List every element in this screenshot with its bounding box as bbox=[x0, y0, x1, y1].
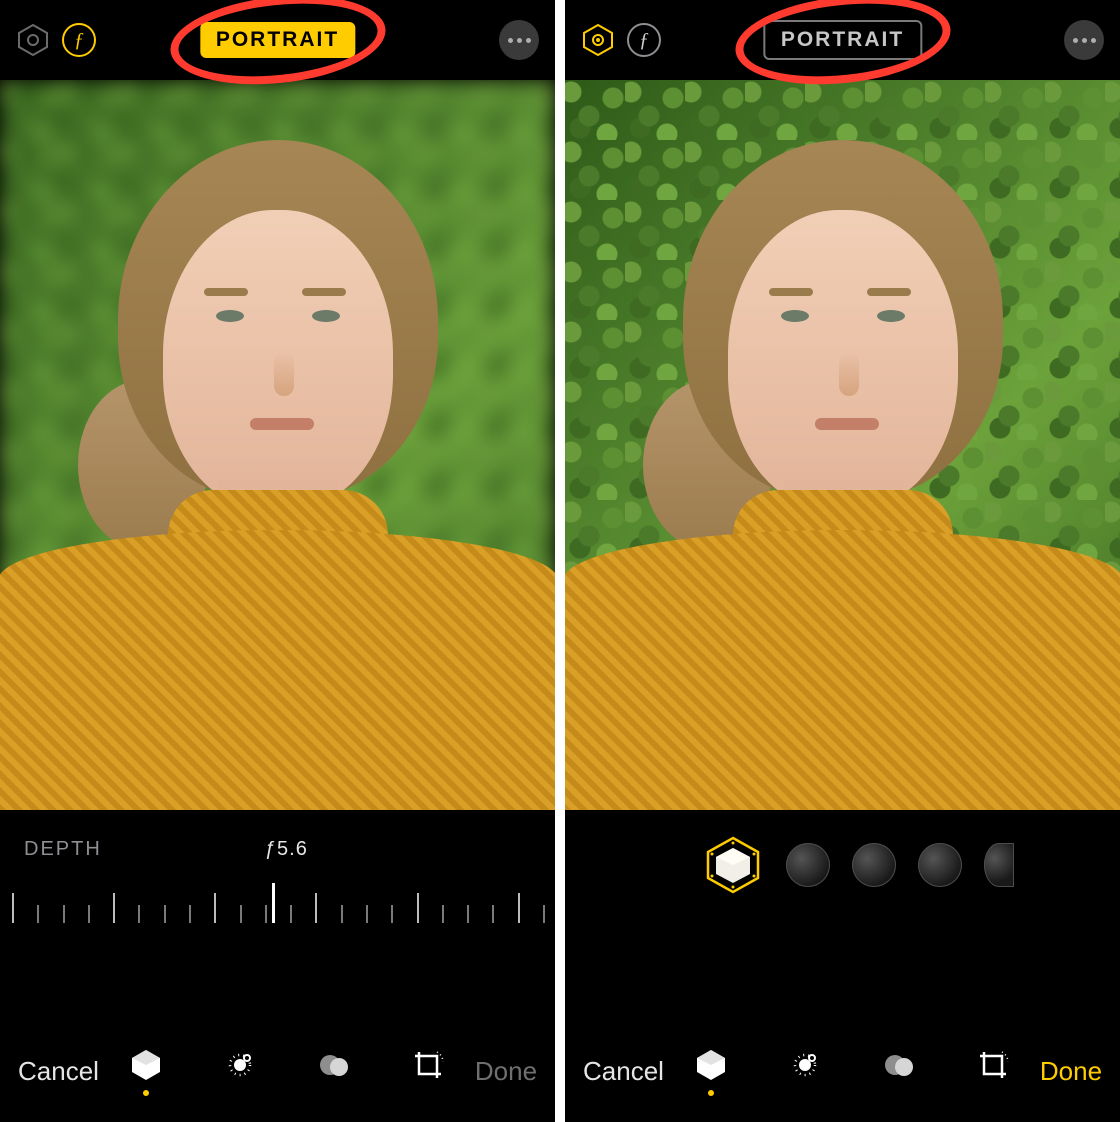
phone-right: ƒ PORTRAIT bbox=[565, 0, 1120, 1122]
lighting-stage-mono-icon[interactable] bbox=[984, 843, 1014, 887]
tool-filters[interactable] bbox=[287, 1046, 381, 1096]
bottom-bar: Cancel Done bbox=[0, 1038, 555, 1114]
active-dot-icon bbox=[143, 1090, 149, 1096]
tool-crop[interactable] bbox=[946, 1046, 1040, 1096]
aperture-f-icon[interactable]: ƒ bbox=[627, 23, 661, 57]
more-icon[interactable] bbox=[499, 20, 539, 60]
depth-label: DEPTH bbox=[24, 838, 102, 861]
subject-person bbox=[0, 100, 555, 810]
done-button[interactable]: Done bbox=[1040, 1056, 1102, 1087]
cancel-button[interactable]: Cancel bbox=[583, 1056, 664, 1087]
tool-portrait[interactable] bbox=[99, 1046, 193, 1096]
tool-portrait[interactable] bbox=[664, 1046, 758, 1096]
lighting-stage-icon[interactable] bbox=[918, 843, 962, 887]
top-bar: ƒ PORTRAIT bbox=[565, 0, 1120, 80]
done-button[interactable]: Done bbox=[475, 1056, 537, 1087]
top-bar: ƒ PORTRAIT bbox=[0, 0, 555, 80]
tool-adjust[interactable] bbox=[758, 1046, 852, 1096]
controls-area: DEPTH ƒ5.6 Cancel bbox=[0, 810, 555, 1122]
photo-preview[interactable] bbox=[0, 80, 555, 810]
aperture-f-icon[interactable]: ƒ bbox=[62, 23, 96, 57]
depth-row: DEPTH ƒ5.6 bbox=[0, 810, 555, 869]
tool-adjust[interactable] bbox=[193, 1046, 287, 1096]
subject-person bbox=[565, 100, 1120, 810]
more-icon[interactable] bbox=[1064, 20, 1104, 60]
lighting-hex-icon[interactable] bbox=[16, 23, 50, 57]
bottom-bar: Cancel Done bbox=[565, 1038, 1120, 1114]
active-dot-icon bbox=[708, 1090, 714, 1096]
mode-badge[interactable]: PORTRAIT bbox=[763, 20, 922, 60]
mode-badge[interactable]: PORTRAIT bbox=[200, 22, 355, 58]
lighting-contour-icon[interactable] bbox=[852, 843, 896, 887]
lighting-styles-row[interactable] bbox=[565, 810, 1120, 956]
phone-left: ƒ PORTRAIT DEPTH ƒ5.6 bbox=[0, 0, 555, 1122]
lighting-studio-icon[interactable] bbox=[786, 843, 830, 887]
photo-preview[interactable] bbox=[565, 80, 1120, 810]
depth-slider[interactable] bbox=[12, 877, 543, 937]
lighting-hex-icon[interactable] bbox=[581, 23, 615, 57]
lighting-natural-icon[interactable] bbox=[702, 834, 764, 896]
tool-crop[interactable] bbox=[381, 1046, 475, 1096]
depth-value: ƒ5.6 bbox=[265, 838, 308, 861]
tool-filters[interactable] bbox=[852, 1046, 946, 1096]
cancel-button[interactable]: Cancel bbox=[18, 1056, 99, 1087]
controls-area: Cancel Done bbox=[565, 810, 1120, 1122]
